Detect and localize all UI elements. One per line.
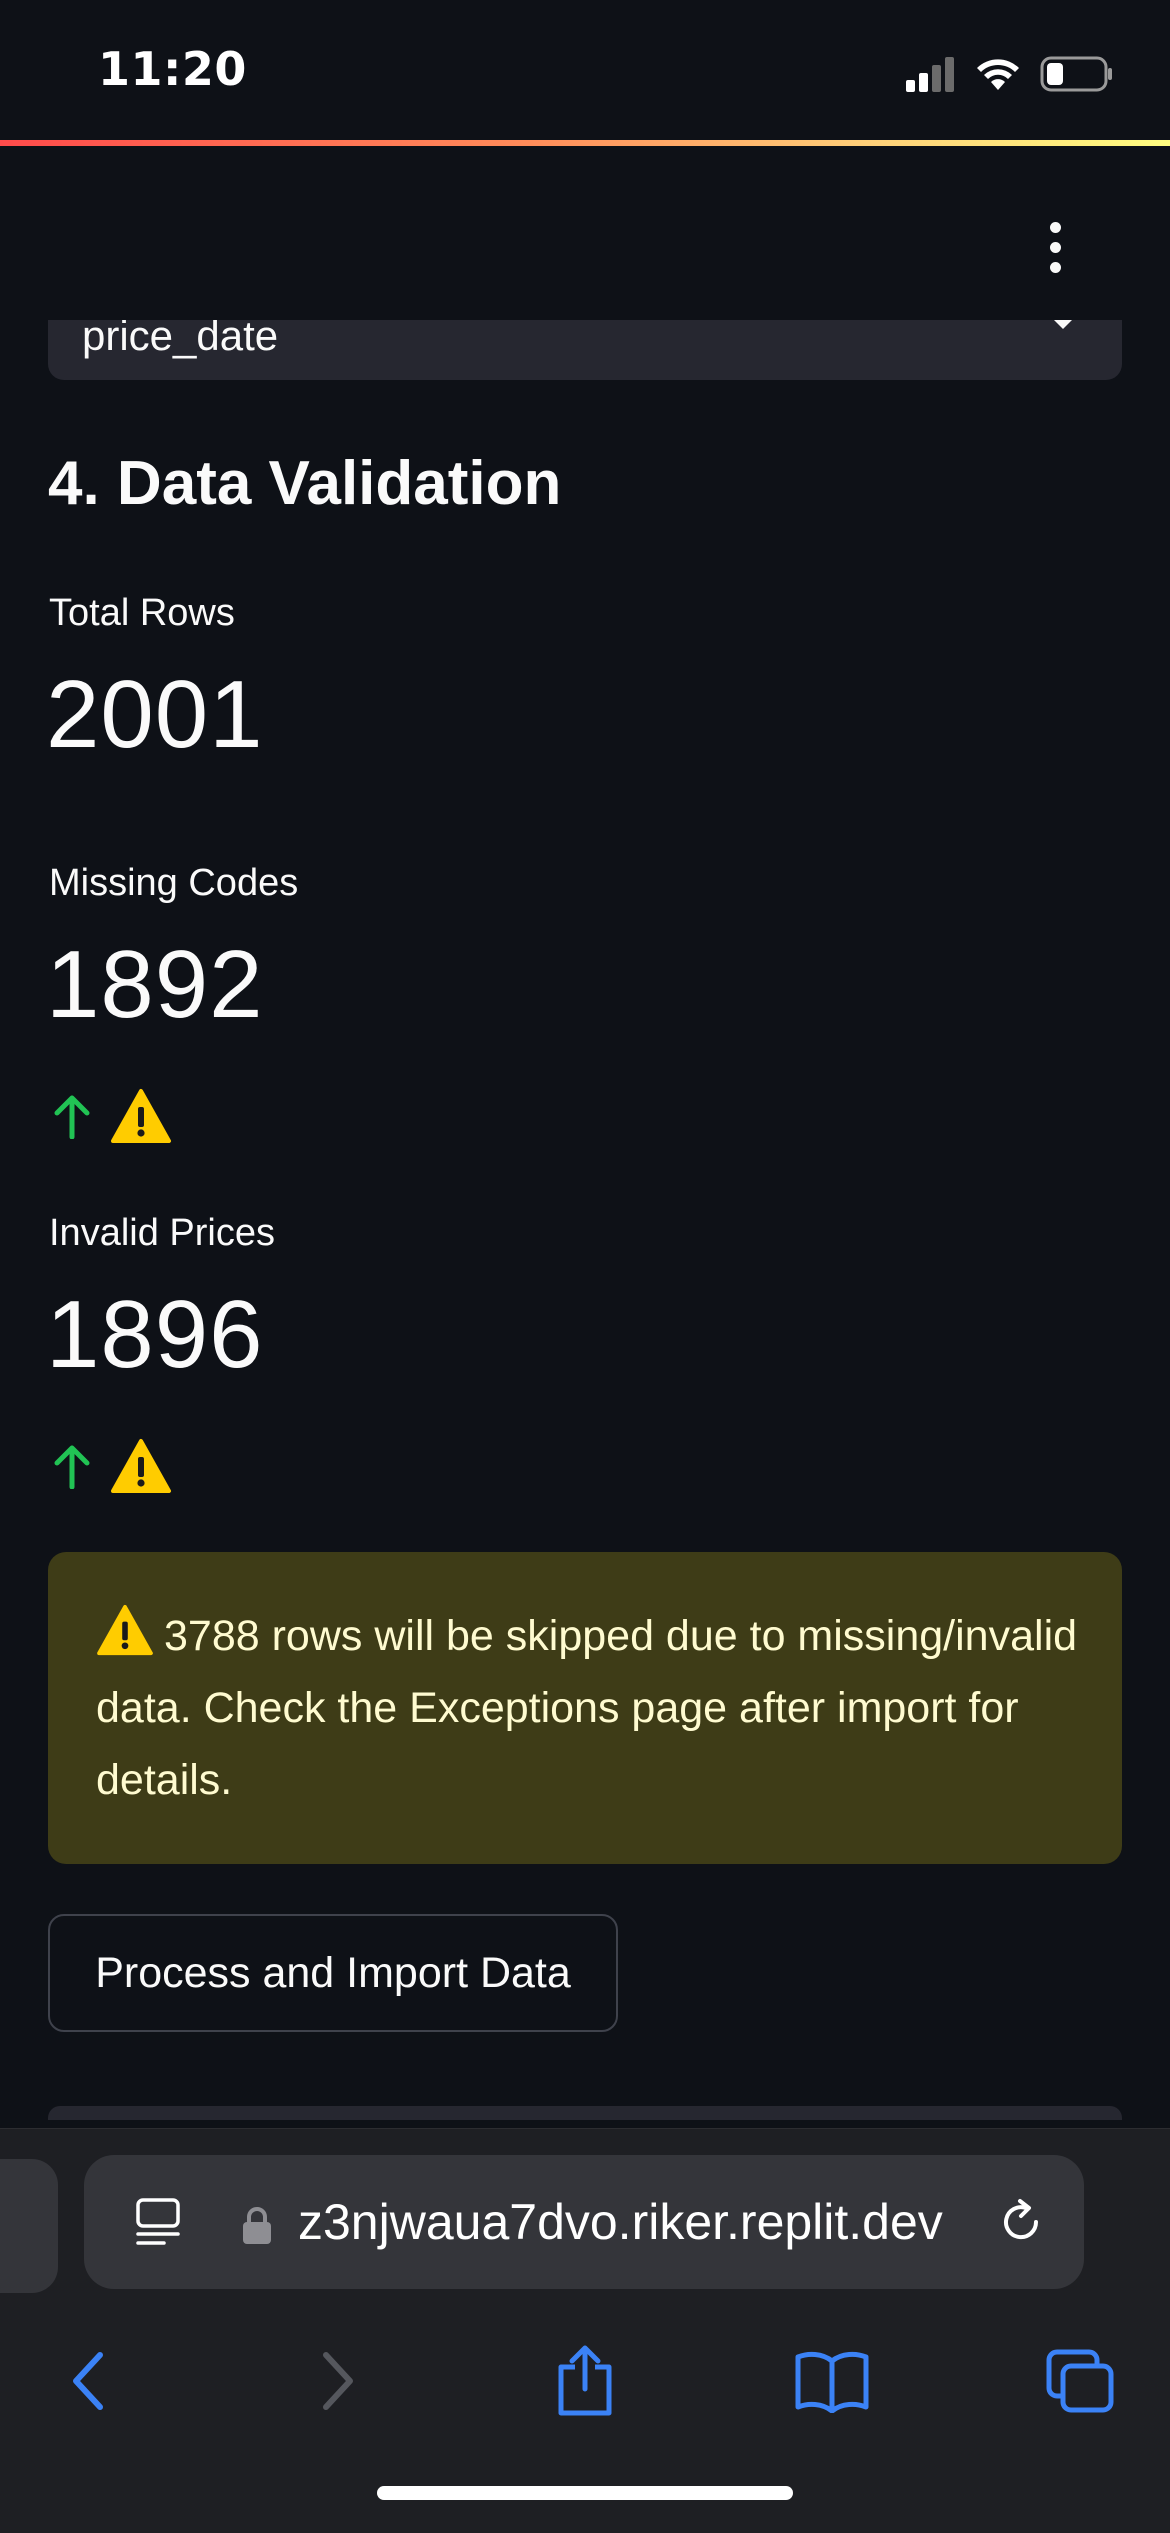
metric-value-missing-codes: 1892	[46, 931, 264, 1038]
reader-mode-icon[interactable]	[134, 2197, 184, 2247]
metric-value-total-rows: 2001	[46, 661, 264, 768]
forward-icon[interactable]	[298, 2341, 378, 2421]
chevron-down-icon	[1052, 320, 1074, 329]
section-title: 4. Data Validation	[48, 449, 562, 518]
metric-label-total-rows: Total Rows	[49, 592, 235, 634]
back-icon[interactable]	[48, 2341, 128, 2421]
warning-alert: 3788 rows will be skipped due to missing…	[48, 1552, 1122, 1864]
metric-value-invalid-prices: 1896	[46, 1281, 264, 1388]
browser-toolbar: z3njwaua7dvo.riker.replit.dev	[0, 2128, 1170, 2533]
previous-tab-preview[interactable]	[0, 2159, 58, 2293]
tabs-icon[interactable]	[1040, 2341, 1120, 2421]
kebab-menu-icon[interactable]	[1040, 222, 1070, 274]
warning-message: 3788 rows will be skipped due to missing…	[96, 1612, 1078, 1804]
share-icon[interactable]	[545, 2341, 625, 2421]
metric-delta-invalid-prices: ⚠️	[50, 1436, 172, 1496]
address-bar[interactable]: z3njwaua7dvo.riker.replit.dev	[84, 2155, 1084, 2289]
process-and-import-button[interactable]: Process and Import Data	[48, 1914, 618, 2032]
main-content: price_date 4. Data Validation Total Rows…	[0, 320, 1170, 2120]
bookmarks-icon[interactable]	[792, 2341, 872, 2421]
warning-icon	[111, 1089, 171, 1143]
arrow-up-icon	[54, 1095, 90, 1139]
status-icons	[904, 50, 1114, 98]
warning-icon	[111, 1439, 171, 1493]
warning-alert-text: 3788 rows will be skipped due to missing…	[96, 1600, 1096, 1816]
date-column-select[interactable]: price_date	[48, 320, 1122, 380]
warning-icon	[97, 1604, 153, 1656]
reload-icon[interactable]	[996, 2197, 1046, 2247]
status-time: 11:20	[98, 42, 247, 96]
browser-nav-row	[0, 2319, 1170, 2459]
lock-icon	[243, 2207, 271, 2244]
next-element-edge	[48, 2106, 1122, 2120]
url-text: z3njwaua7dvo.riker.replit.dev	[298, 2194, 943, 2250]
metric-label-missing-codes: Missing Codes	[49, 862, 299, 904]
wifi-icon	[977, 59, 1019, 90]
metric-label-invalid-prices: Invalid Prices	[49, 1212, 275, 1254]
app-header-decoration	[0, 140, 1170, 146]
date-column-select-value: price_date	[82, 320, 279, 359]
home-indicator[interactable]	[377, 2486, 793, 2500]
cellular-signal-icon	[906, 57, 954, 92]
arrow-up-icon	[54, 1445, 90, 1489]
metric-delta-missing-codes: ⚠️	[50, 1086, 172, 1146]
status-bar: 11:20	[0, 0, 1170, 140]
battery-icon	[1040, 56, 1112, 92]
battery-level	[1047, 63, 1063, 85]
